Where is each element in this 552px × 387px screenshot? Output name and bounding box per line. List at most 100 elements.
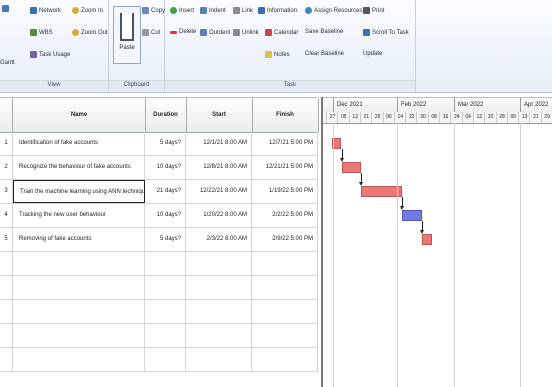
table-row[interactable]: 3 Train the machine learning using ANN t… [0, 180, 318, 204]
empty-cell [145, 276, 186, 299]
task-duration[interactable]: 5 days? [145, 228, 186, 251]
table-row[interactable]: 1 Identification of fake accounts 5 days… [0, 132, 318, 156]
empty-cell [186, 324, 252, 347]
network-label: Network [39, 7, 62, 14]
network-icon [30, 7, 37, 14]
gantt-gridline [454, 123, 455, 387]
empty-row[interactable] [0, 324, 318, 348]
header-duration[interactable]: Duration [145, 98, 187, 132]
information-button[interactable]: Information [258, 7, 297, 14]
day-tick-label: 27 [326, 112, 338, 123]
gantt-view-label[interactable]: Gantt [0, 60, 15, 66]
delete-task-button[interactable]: Delete [170, 29, 196, 35]
header-finish[interactable]: Finish [252, 98, 319, 132]
scroll-to-task-icon [363, 29, 370, 36]
delete-icon [170, 30, 177, 34]
copy-label: Copy [151, 7, 166, 14]
task-finish[interactable]: 12/7/21 5:00 PM [252, 132, 318, 155]
gantt-gridline [397, 123, 398, 387]
task-duration[interactable]: 10 days? [145, 156, 186, 179]
day-tick-label: 05 [337, 112, 349, 123]
gantt-bar[interactable] [421, 234, 432, 245]
empty-cell [186, 348, 252, 371]
task-name[interactable]: Recognize the behaviour of fake accounts [13, 156, 145, 179]
outdent-label: Outdent [209, 29, 231, 36]
gantt-bar[interactable] [402, 210, 422, 221]
empty-row[interactable] [0, 300, 318, 324]
print-button[interactable]: Print [363, 7, 384, 14]
task-duration[interactable]: 5 days? [145, 132, 186, 155]
paste-button[interactable]: Paste [113, 6, 141, 64]
table-row[interactable]: 5 Removing of fake accounts 5 days? 2/3/… [0, 228, 318, 252]
task-finish[interactable]: 2/9/22 5:00 PM [252, 228, 318, 251]
table-row[interactable]: 4 Tracking the new user behaviour 10 day… [0, 204, 318, 228]
table-row[interactable]: 2 Recognize the behaviour of fake accoun… [0, 156, 318, 180]
task-start[interactable]: 12/22/21 8:00 AM [186, 180, 252, 203]
header-name[interactable]: Name [13, 98, 146, 132]
outdent-button[interactable]: Outdent [200, 29, 230, 36]
empty-cell [145, 252, 186, 275]
task-start[interactable]: 1/20/22 8:00 AM [186, 204, 252, 227]
day-tick-label: 22 [405, 112, 417, 123]
task-duration[interactable]: 21 days? [145, 180, 186, 203]
gantt-bar[interactable] [341, 162, 362, 173]
task-id: 3 [0, 180, 13, 203]
empty-cell [186, 300, 252, 323]
scroll-to-task-button[interactable]: Scroll To Task [363, 29, 409, 36]
task-finish[interactable]: 2/2/22 5:00 PM [252, 204, 318, 227]
gantt-chart[interactable]: Dec 2021 Feb 2022 Mar 2022 Apr 2022 27 05… [321, 97, 552, 387]
calendar-button[interactable]: Calendar [265, 29, 298, 36]
empty-cell [0, 324, 13, 347]
wbs-icon [30, 29, 37, 36]
gantt-view-button[interactable] [2, 5, 9, 12]
task-id: 2 [0, 156, 13, 179]
empty-row[interactable] [0, 252, 318, 276]
task-name-selected[interactable]: Train the machine learning using ANN tec… [13, 180, 145, 203]
task-finish[interactable]: 1/19/22 5:00 PM [252, 180, 318, 203]
task-finish[interactable]: 12/21/21 5:00 PM [252, 156, 318, 179]
link-icon [233, 7, 240, 14]
dependency-arrow [419, 230, 424, 234]
zoom-out-button[interactable]: Zoom Out [72, 29, 108, 36]
print-icon [363, 7, 370, 14]
save-baseline-button[interactable]: Save Baseline [305, 29, 343, 35]
task-name[interactable]: Identification of fake accounts [13, 132, 145, 155]
scroll-to-task-label: Scroll To Task [372, 29, 409, 36]
dependency-arrow [339, 158, 344, 162]
header-id[interactable] [0, 98, 13, 132]
empty-cell [145, 300, 186, 323]
unlink-icon [233, 29, 240, 36]
assign-resources-button[interactable]: Assign Resources [305, 7, 362, 14]
task-name[interactable]: Tracking the new user behaviour [13, 204, 145, 227]
insert-task-button[interactable]: Insert [170, 7, 194, 14]
ribbon-group-task: Insert Delete Indent Outdent Link Unlink… [165, 0, 416, 92]
task-start[interactable]: 12/8/21 8:00 AM [186, 156, 252, 179]
task-usage-button[interactable]: Task Usage [30, 51, 70, 58]
unlink-button[interactable]: Unlink [233, 29, 259, 36]
network-view-button[interactable]: Network [30, 7, 61, 14]
empty-cell [0, 300, 13, 323]
task-start[interactable]: 12/1/21 8:00 AM [186, 132, 252, 155]
zoom-in-icon [72, 7, 79, 14]
empty-row[interactable] [0, 276, 318, 300]
update-button[interactable]: Update [363, 51, 382, 57]
empty-row[interactable] [0, 348, 318, 372]
task-duration[interactable]: 10 days? [145, 204, 186, 227]
gantt-bar[interactable] [361, 186, 403, 197]
information-icon [258, 7, 265, 14]
header-start[interactable]: Start [186, 98, 253, 132]
copy-button[interactable]: Copy [142, 7, 165, 14]
indent-button[interactable]: Indent [200, 7, 226, 14]
gantt-label: Gantt [0, 60, 15, 66]
zoom-in-button[interactable]: Zoom In [72, 7, 103, 14]
notes-button[interactable]: Notes [265, 51, 290, 58]
empty-cell [252, 252, 318, 275]
wbs-view-button[interactable]: WBS [30, 29, 53, 36]
gantt-gridline [520, 123, 521, 387]
timescale-days: 27 05 13 21 29 06 14 22 30 08 16 24 04 12 20 28 05 13 21 29 [323, 112, 552, 124]
task-name[interactable]: Removing of fake accounts [13, 228, 145, 251]
cut-button[interactable]: Cut [142, 29, 160, 36]
link-button[interactable]: Link [233, 7, 253, 14]
task-start[interactable]: 2/3/22 8:00 AM [186, 228, 252, 251]
clear-baseline-button[interactable]: Clear Baseline [305, 51, 344, 57]
